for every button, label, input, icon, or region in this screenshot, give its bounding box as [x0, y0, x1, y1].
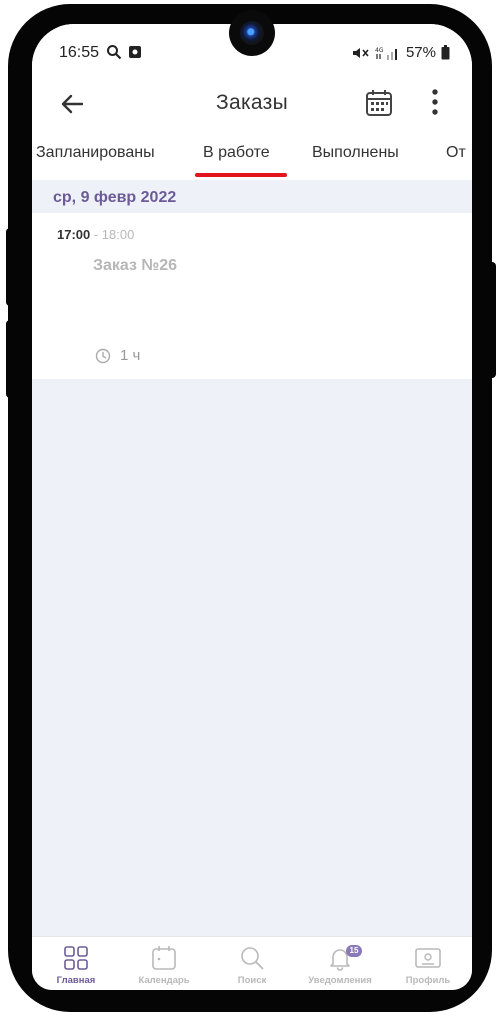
app-bar: Заказы — [32, 78, 472, 130]
clock-icon — [95, 348, 111, 363]
front-camera — [229, 10, 275, 56]
grid-icon — [64, 946, 88, 970]
profile-card-icon — [415, 948, 441, 968]
page-title: Заказы — [216, 91, 288, 114]
order-card[interactable]: 17:00 - 18:00 Заказ №26 1 ч — [32, 213, 472, 379]
more-vert-icon[interactable] — [428, 86, 442, 118]
nav-profile[interactable]: Профиль — [384, 937, 472, 990]
svg-text:4G: 4G — [375, 47, 384, 54]
signal-icon: 4G — [375, 47, 397, 60]
search-icon — [241, 947, 264, 970]
nav-home[interactable]: Главная — [32, 937, 120, 990]
app-screen: 16:55 4G 57% Заказы Запланированы В рабо… — [32, 24, 472, 990]
status-time: 16:55 — [59, 44, 100, 61]
date-label: ср, 9 февр 2022 — [53, 189, 177, 206]
nav-search[interactable]: Поиск — [208, 937, 296, 990]
battery-percent: 57% — [405, 44, 436, 61]
order-start-time: 17:00 — [57, 227, 91, 242]
duration-label: 1 ч — [120, 347, 141, 364]
nav-home-label: Главная — [56, 975, 96, 986]
calendar-icon — [152, 946, 176, 970]
volume-down-button — [6, 320, 16, 398]
tab-completed[interactable]: Выполнены — [312, 144, 399, 162]
nav-calendar[interactable]: Календарь — [120, 937, 208, 990]
nav-calendar-label: Календарь — [138, 975, 190, 986]
tab-cancelled[interactable]: От — [446, 144, 466, 162]
order-duration: 1 ч — [95, 347, 140, 364]
calendar-icon[interactable] — [365, 88, 393, 118]
nav-notifications-label: Уведомления — [308, 975, 372, 986]
search-status-icon — [107, 45, 122, 60]
app-notification-icon — [129, 46, 141, 58]
bottom-navigation: Главная Календарь Поиск 15 Уведомления П… — [32, 936, 472, 990]
battery-icon — [441, 45, 450, 60]
active-tab-indicator — [195, 173, 287, 177]
tabs-bar: Запланированы В работе Выполнены От — [32, 130, 472, 180]
mute-icon — [352, 47, 369, 58]
tab-in-progress[interactable]: В работе — [203, 144, 270, 162]
nav-notifications[interactable]: 15 Уведомления — [296, 937, 384, 990]
nav-search-label: Поиск — [237, 975, 267, 986]
notification-badge: 15 — [346, 945, 362, 957]
tab-planned[interactable]: Запланированы — [36, 144, 155, 162]
volume-up-button — [6, 228, 16, 306]
date-section-header: ср, 9 февр 2022 — [32, 181, 472, 213]
power-button — [486, 262, 496, 378]
order-title: Заказ №26 — [93, 257, 178, 274]
nav-profile-label: Профиль — [405, 975, 451, 986]
order-end-time: - 18:00 — [90, 227, 135, 242]
order-time-range: 17:00 - 18:00 — [57, 227, 134, 242]
